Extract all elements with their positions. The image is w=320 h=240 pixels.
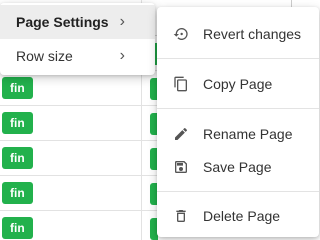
- menu-item-save-page[interactable]: Save Page: [157, 152, 319, 182]
- menu-item-delete-page[interactable]: Delete Page: [157, 201, 319, 231]
- context-menu: Page Settings › Row size ›: [0, 3, 155, 75]
- status-badge: fin: [2, 217, 33, 239]
- menu-item-label: Revert changes: [203, 26, 302, 42]
- status-badge: fin: [2, 112, 33, 134]
- menu-divider: [157, 58, 319, 59]
- menu-item-label: Save Page: [203, 159, 272, 175]
- menu-item-rename-page[interactable]: Rename Page: [157, 119, 319, 149]
- menu-item-label: Copy Page: [203, 76, 273, 92]
- menu-item-label: Rename Page: [203, 126, 293, 142]
- menu-item-row-size[interactable]: Row size ›: [0, 39, 155, 73]
- page-settings-submenu: Revert changes Copy Page Rename Page Sav…: [157, 7, 319, 237]
- menu-item-page-settings[interactable]: Page Settings ›: [0, 5, 155, 39]
- menu-item-label: Page Settings: [16, 14, 109, 30]
- status-badge: fin: [2, 147, 33, 169]
- pencil-icon: [175, 127, 188, 140]
- menu-item-label: Row size: [16, 48, 73, 64]
- trash-icon: [176, 210, 186, 222]
- copy-icon: [174, 76, 187, 92]
- save-icon: [175, 161, 187, 173]
- chevron-right-icon: ›: [119, 13, 125, 30]
- menu-item-revert-changes[interactable]: Revert changes: [157, 19, 319, 49]
- menu-item-copy-page[interactable]: Copy Page: [157, 69, 319, 99]
- status-badge: fin: [2, 182, 33, 204]
- menu-item-label: Delete Page: [203, 208, 281, 224]
- chevron-right-icon: ›: [119, 47, 125, 64]
- revert-icon: [173, 28, 188, 40]
- menu-divider: [157, 191, 319, 192]
- menu-divider: [157, 108, 319, 109]
- status-badge: fin: [2, 77, 33, 99]
